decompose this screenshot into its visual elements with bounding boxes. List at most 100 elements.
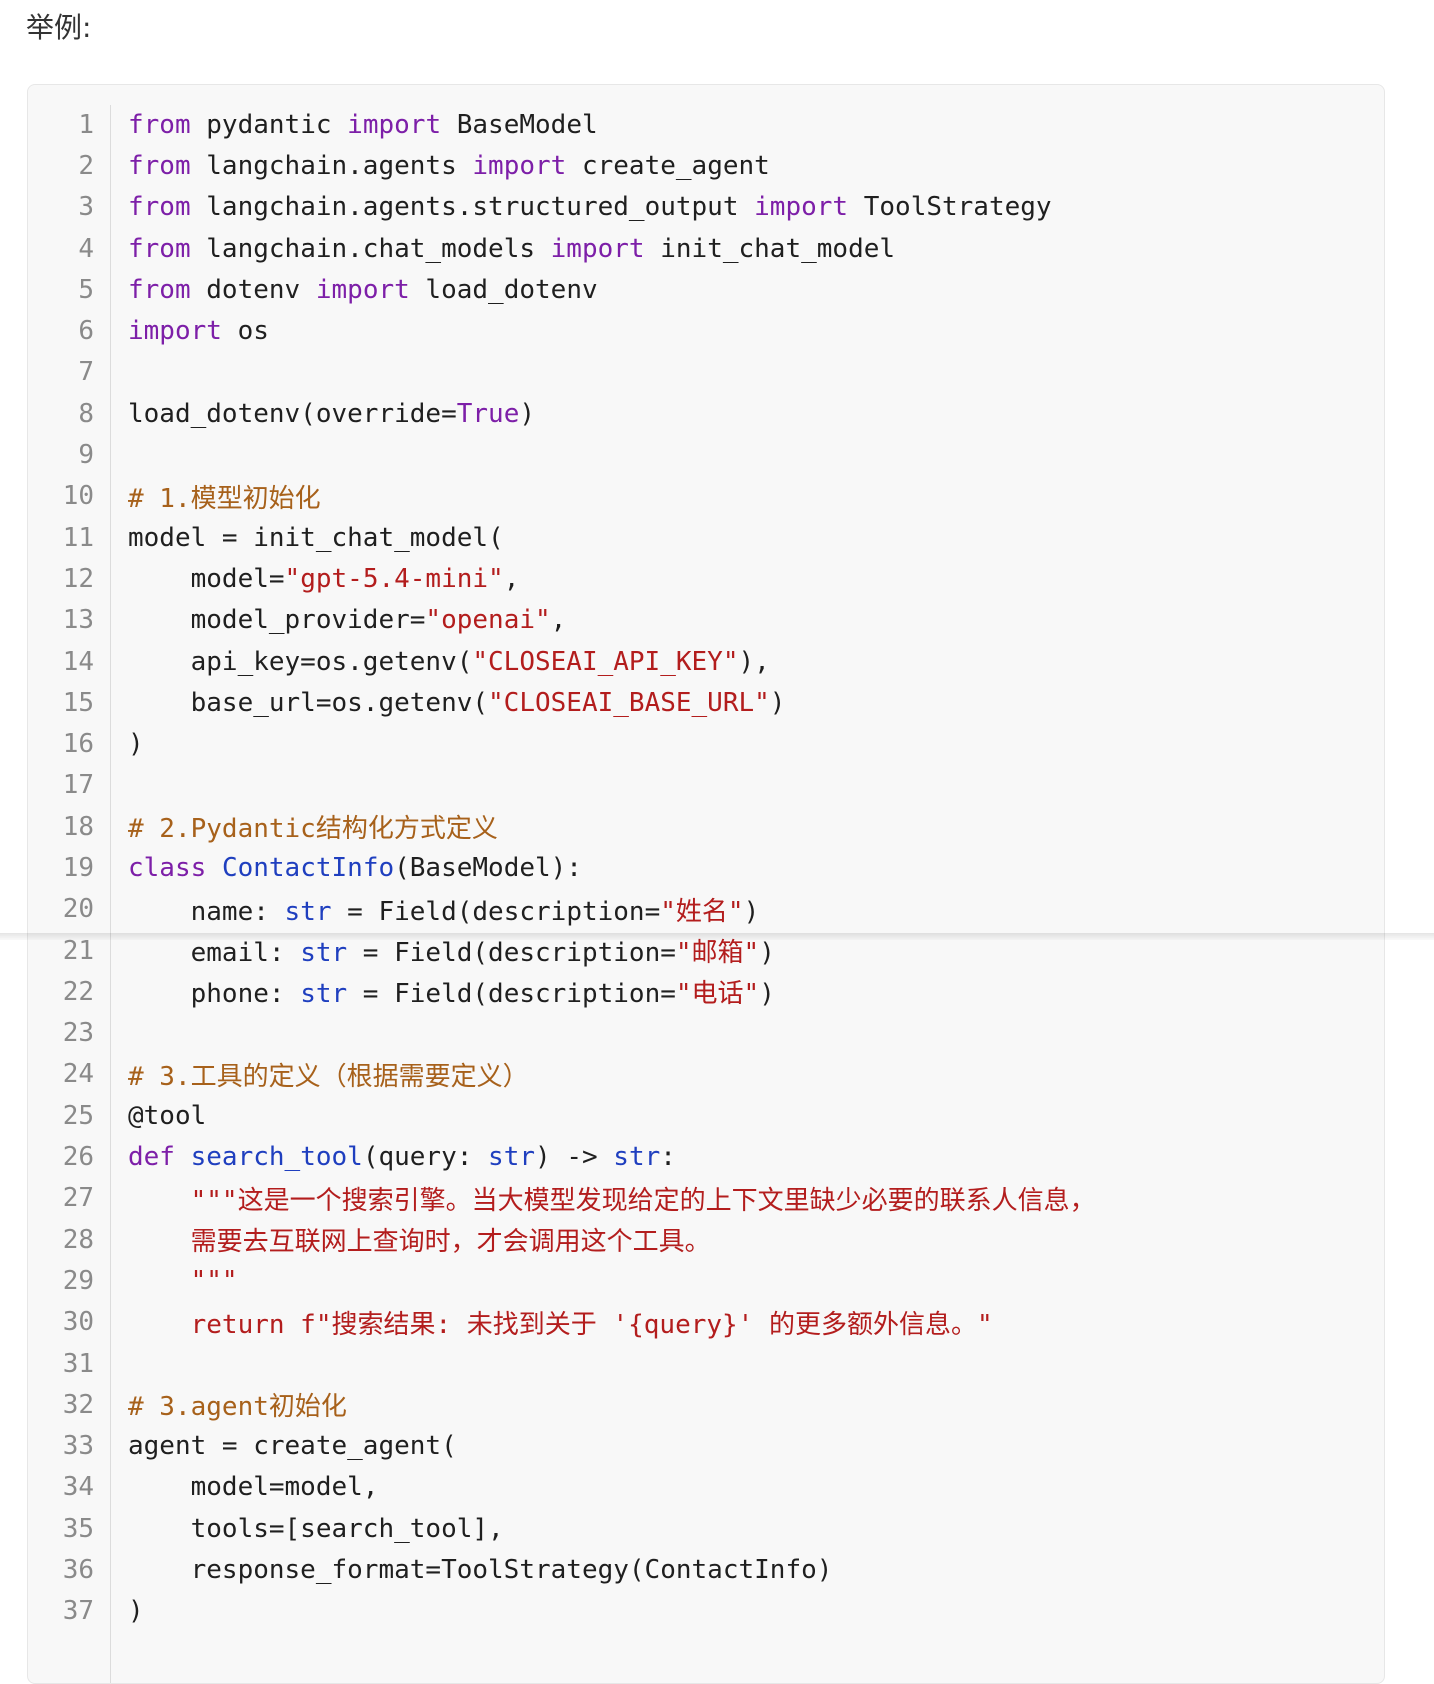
- code-token: # 2.Pydantic结构化方式定义: [128, 814, 498, 845]
- code-text: # 1.模型初始化: [94, 478, 321, 515]
- code-text: from pydantic import BaseModel: [94, 110, 598, 140]
- code-line: 1 from pydantic import BaseModel: [28, 104, 1384, 145]
- line-number: 2: [78, 150, 94, 181]
- line-number: 5: [78, 274, 94, 305]
- code-token: ContactInfo: [221, 852, 395, 883]
- code-token: api_key=os.getenv(: [128, 646, 473, 677]
- code-line: 23: [28, 1013, 1384, 1054]
- code-line: 15 base_url=os.getenv("CLOSEAI_BASE_URL"…: [28, 682, 1384, 723]
- code-line: 3 from langchain.agents.structured_output…: [28, 187, 1384, 228]
- line-number: 18: [62, 811, 94, 842]
- code-text: return f"搜索结果: 未找到关于 '{query}' 的更多额外信息。": [94, 1304, 993, 1341]
- code-text: from dotenv import load_dotenv: [94, 275, 598, 305]
- code-token: "CLOSEAI_API_KEY": [472, 646, 739, 677]
- code-line: 18 # 2.Pydantic结构化方式定义: [28, 806, 1384, 847]
- code-text: load_dotenv(override=True): [94, 399, 535, 429]
- code-line: 4 from langchain.chat_models import init_…: [28, 228, 1384, 269]
- code-text: model=model,: [94, 1472, 379, 1503]
- code-line: 36 response_format=ToolStrategy(ContactI…: [28, 1549, 1384, 1590]
- code-text: api_key=os.getenv("CLOSEAI_API_KEY"),: [94, 647, 770, 677]
- code-token: BaseModel: [441, 109, 598, 140]
- code-token: ): [128, 729, 144, 760]
- code-token: email:: [128, 938, 301, 969]
- screenshot-seam: [0, 933, 1434, 940]
- code-token: (query:: [362, 1142, 489, 1173]
- code-line: 25 @tool: [28, 1095, 1384, 1136]
- code-token: ToolStrategy: [848, 192, 1052, 223]
- code-text: def search_tool(query: str) -> str:: [94, 1142, 676, 1172]
- code-line: 34 model=model,: [28, 1467, 1384, 1508]
- code-line: 26 def search_tool(query: str) -> str:: [28, 1136, 1384, 1177]
- line-number: 28: [62, 1224, 94, 1255]
- code-token: str: [300, 938, 348, 969]
- line-number: 11: [62, 522, 94, 553]
- code-token: import: [347, 109, 442, 140]
- code-token: model = init_chat_model(: [128, 522, 504, 553]
- line-number: 35: [62, 1513, 94, 1544]
- code-text: model="gpt-5.4-mini",: [94, 563, 520, 594]
- code-line: 17: [28, 765, 1384, 806]
- code-line: 11 model = init_chat_model(: [28, 517, 1384, 558]
- line-number: 26: [62, 1142, 94, 1173]
- code-text: @tool: [94, 1101, 206, 1131]
- line-number: 20: [62, 894, 94, 925]
- line-number: 30: [62, 1307, 94, 1338]
- code-token: agent = create_agent(: [128, 1431, 457, 1462]
- line-number: 14: [62, 646, 94, 677]
- code-text: ): [94, 729, 144, 759]
- code-token: search_tool: [190, 1142, 363, 1173]
- code-token: ): [519, 398, 536, 429]
- code-token: from: [128, 150, 191, 181]
- code-token: ): [769, 687, 786, 718]
- code-line: 8 load_dotenv(override=True): [28, 393, 1384, 434]
- code-token: # 3.agent初始化: [128, 1392, 347, 1423]
- line-number: 32: [62, 1389, 94, 1420]
- line-number: 1: [78, 109, 94, 140]
- code-token: return f"搜索结果: 未找到关于 '{query}' 的更多额外信息。": [128, 1309, 993, 1340]
- code-token: @tool: [128, 1100, 207, 1131]
- line-number: 6: [78, 316, 94, 347]
- code-token: ): [759, 938, 775, 969]
- line-number: 22: [62, 976, 94, 1007]
- code-text: from langchain.chat_models import init_c…: [94, 234, 895, 264]
- code-token: import: [754, 192, 849, 223]
- code-token: """这是一个搜索引擎。当大模型发现给定的上下文里缺少必要的联系人信息，: [128, 1185, 1096, 1216]
- code-token: ,: [550, 605, 567, 636]
- code-text: """: [94, 1266, 238, 1296]
- line-number: 33: [62, 1431, 94, 1462]
- code-token: from: [128, 274, 191, 305]
- line-number: 25: [62, 1100, 94, 1131]
- code-lines: 1 from pydantic import BaseModel 2 from lan…: [28, 104, 1384, 1632]
- line-number: 15: [62, 687, 94, 718]
- code-token: :: [660, 1142, 676, 1173]
- code-text: 需要去互联网上查询时，才会调用这个工具。: [94, 1221, 711, 1258]
- code-token: model=model,: [128, 1472, 379, 1503]
- code-token: model=: [128, 563, 285, 594]
- line-number: 3: [78, 192, 94, 223]
- code-line: 28 需要去互联网上查询时，才会调用这个工具。: [28, 1219, 1384, 1260]
- line-number: 19: [62, 852, 94, 883]
- code-token: name:: [128, 896, 285, 927]
- code-token: str: [284, 896, 332, 927]
- code-token: 需要去互联网上查询时，才会调用这个工具。: [128, 1227, 711, 1258]
- code-line: 29 """: [28, 1260, 1384, 1301]
- line-number: 7: [78, 357, 94, 388]
- code-line: 16): [28, 723, 1384, 764]
- code-line: 33 agent = create_agent(: [28, 1426, 1384, 1467]
- code-text: import os: [94, 316, 269, 346]
- line-number: 27: [62, 1183, 94, 1214]
- line-number: 9: [78, 440, 94, 471]
- code-block[interactable]: 1 from pydantic import BaseModel 2 from lan…: [27, 84, 1385, 1684]
- code-line: 5 from dotenv import load_dotenv: [28, 269, 1384, 310]
- code-token: tools=[search_tool],: [128, 1513, 504, 1544]
- code-token: (BaseModel):: [394, 852, 582, 883]
- code-line: 27 """这是一个搜索引擎。当大模型发现给定的上下文里缺少必要的联系人信息，: [28, 1178, 1384, 1219]
- code-token: class: [128, 852, 207, 883]
- code-line: 35 tools=[search_tool],: [28, 1508, 1384, 1549]
- line-number: 16: [62, 729, 94, 760]
- line-number: 21: [62, 935, 94, 966]
- code-text: class ContactInfo(BaseModel):: [94, 853, 582, 883]
- code-token: init_chat_model: [644, 233, 896, 264]
- code-token: import: [550, 233, 645, 264]
- code-token: "电话": [675, 979, 760, 1010]
